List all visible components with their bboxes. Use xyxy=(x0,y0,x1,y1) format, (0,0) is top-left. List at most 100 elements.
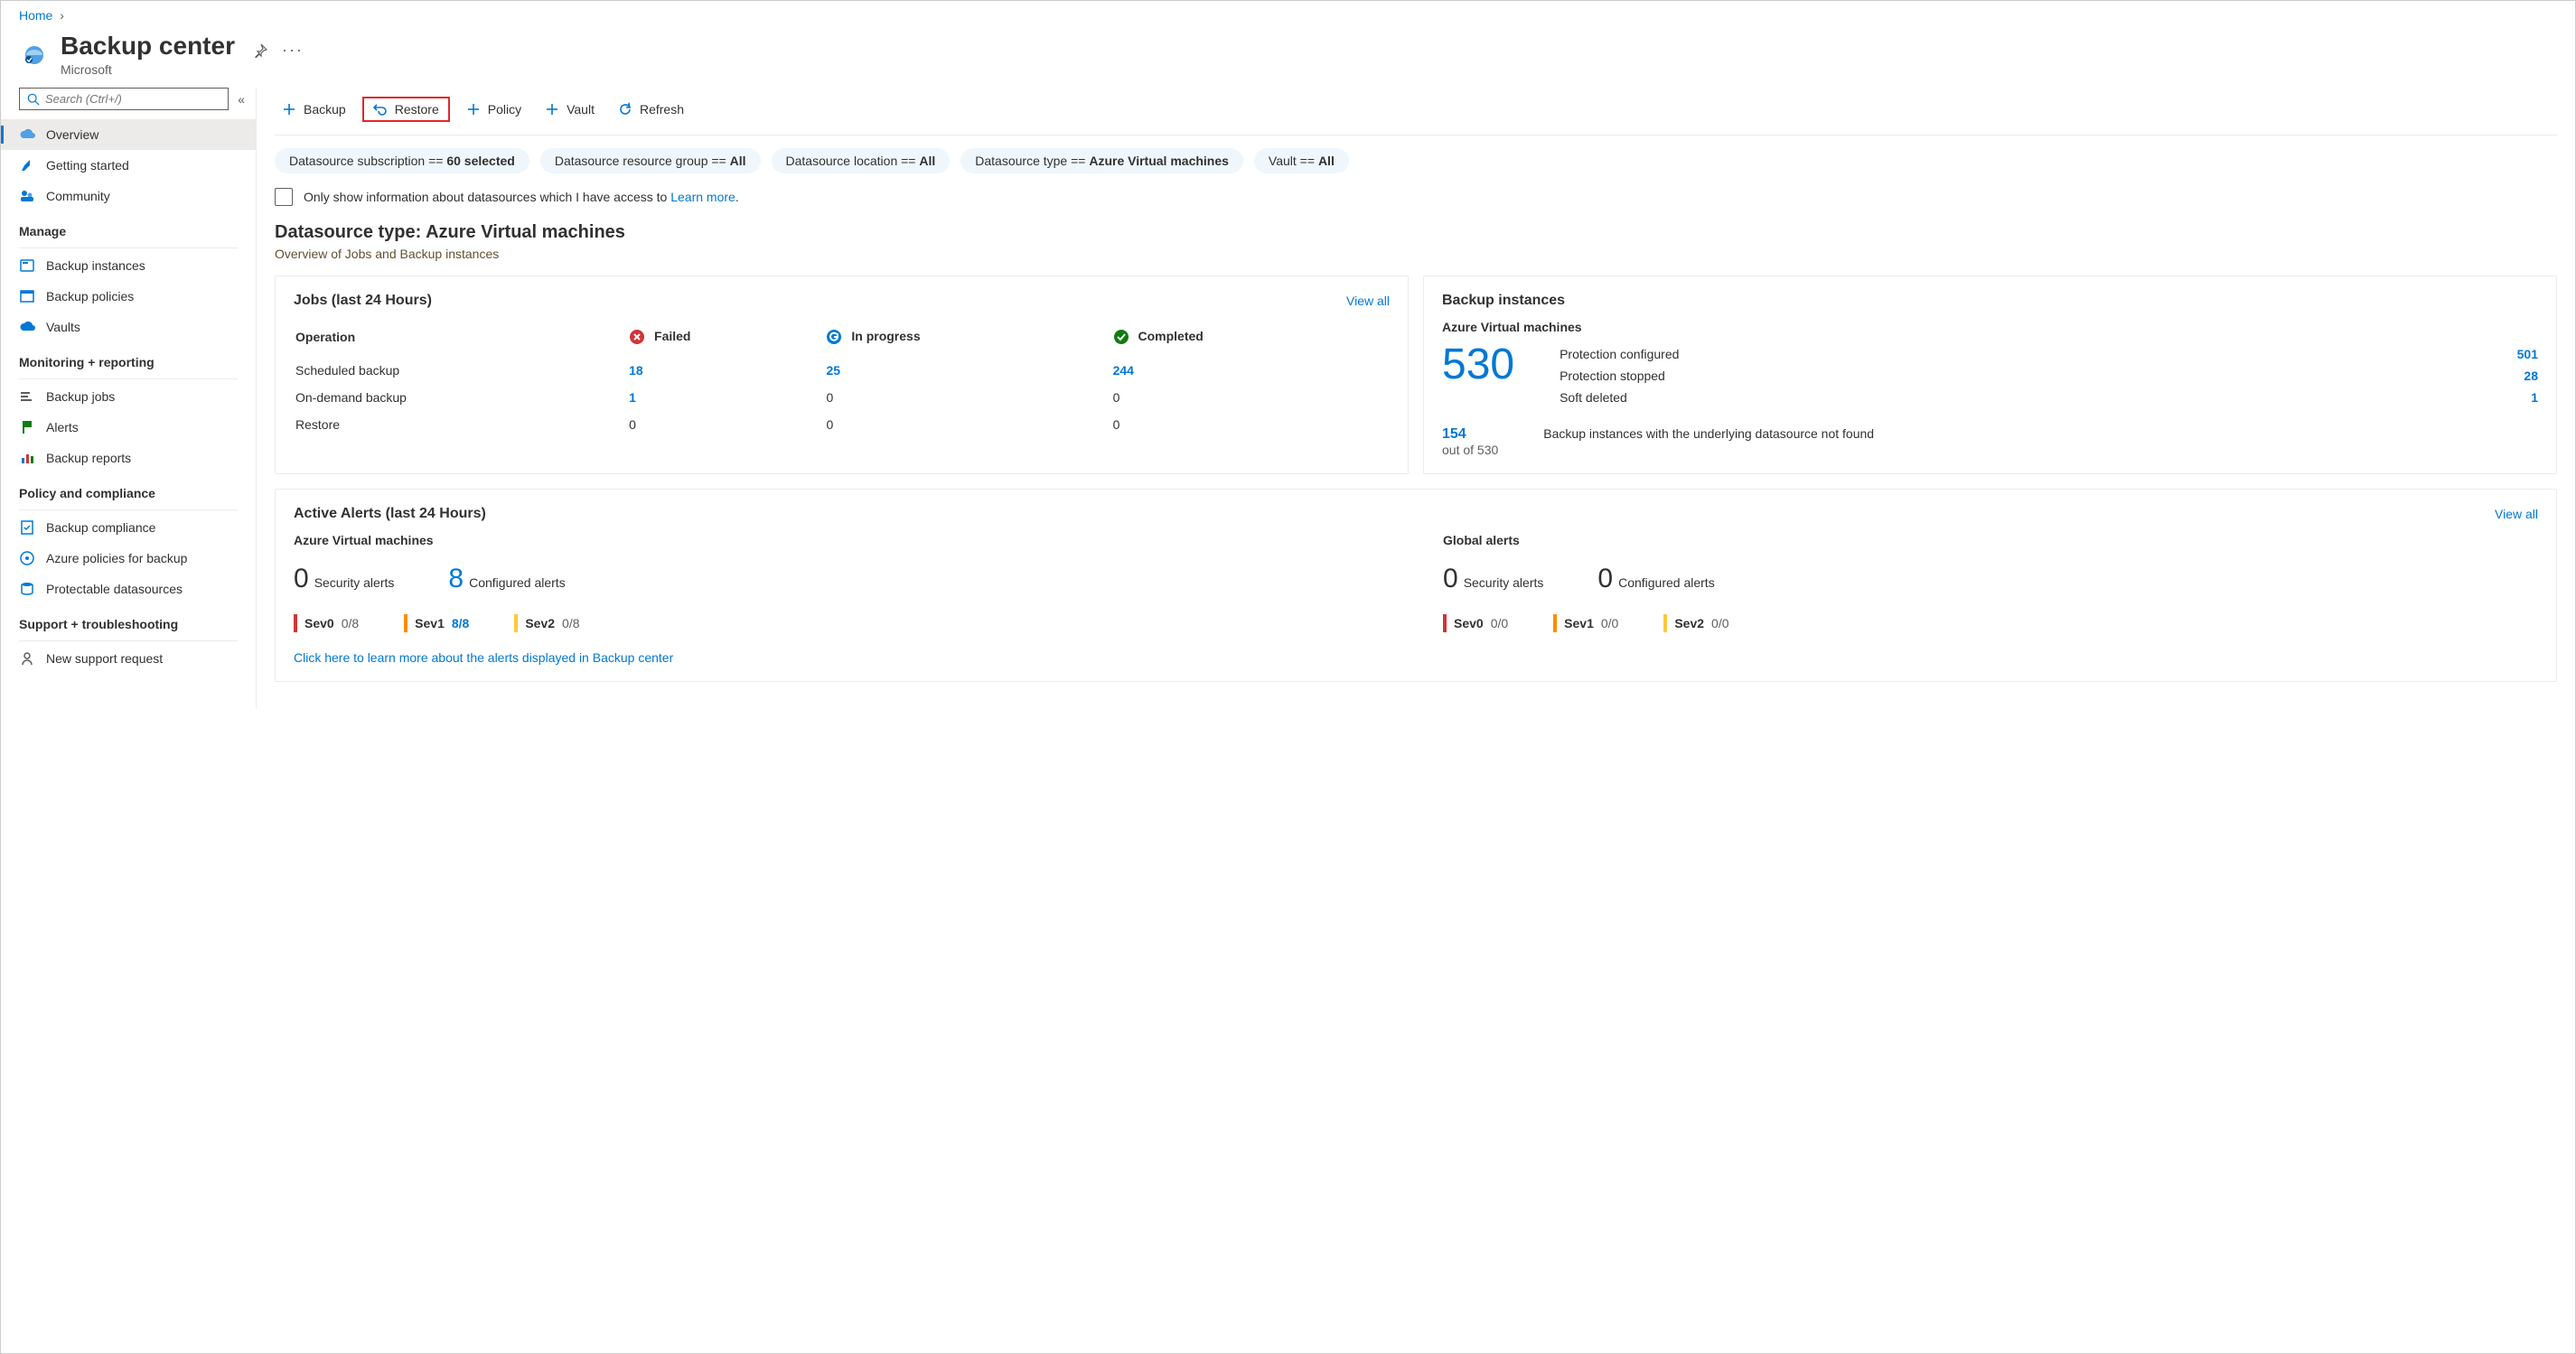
access-checkbox[interactable] xyxy=(275,188,293,206)
backup-button[interactable]: Backup xyxy=(275,97,353,122)
jobs-value-link[interactable]: 18 xyxy=(629,363,643,378)
nav-section-monitoring: Monitoring + reporting xyxy=(1,342,256,377)
inst-stat-value[interactable]: 501 xyxy=(2517,347,2538,361)
collapse-sidebar-icon[interactable]: « xyxy=(238,92,245,107)
people-icon xyxy=(19,188,35,204)
alerts-view-all-link[interactable]: View all xyxy=(2495,507,2538,521)
security-alerts-count: 0Security alerts xyxy=(294,564,394,594)
jobs-value: 0 xyxy=(1113,390,1120,405)
learn-more-link[interactable]: Learn more xyxy=(670,190,735,204)
nav-label: New support request xyxy=(46,651,163,666)
breadcrumb: Home › xyxy=(1,1,2575,26)
sev2: Sev20/8 xyxy=(514,614,579,632)
filter-vault[interactable]: Vault == All xyxy=(1254,148,1349,173)
nav-label: Alerts xyxy=(46,420,79,434)
filter-subscription[interactable]: Datasource subscription == 60 selected xyxy=(275,148,529,173)
plus-icon xyxy=(545,102,559,117)
sev1: Sev18/8 xyxy=(404,614,469,632)
inprogress-icon xyxy=(826,329,842,345)
inst-stat-value[interactable]: 1 xyxy=(2531,390,2538,405)
inst-stat-value[interactable]: 28 xyxy=(2524,369,2538,383)
col-completed: Completed xyxy=(1113,322,1388,356)
pin-icon[interactable] xyxy=(253,43,267,58)
jobs-icon xyxy=(19,388,35,405)
nav-label: Backup reports xyxy=(46,451,131,465)
instances-notfound-count[interactable]: 154 xyxy=(1442,426,1498,443)
instances-notfound-desc: Backup instances with the underlying dat… xyxy=(1543,426,2538,457)
nav-backup-reports[interactable]: Backup reports xyxy=(1,443,256,473)
jobs-row: Scheduled backup 18 25 244 xyxy=(295,358,1388,383)
filter-resource-group[interactable]: Datasource resource group == All xyxy=(540,148,761,173)
nav-new-support-request[interactable]: New support request xyxy=(1,643,256,674)
alerts-learn-more-link[interactable]: Click here to learn more about the alert… xyxy=(294,632,2538,665)
nav-label: Backup instances xyxy=(46,258,145,273)
nav-backup-policies[interactable]: Backup policies xyxy=(1,281,256,312)
database-icon xyxy=(19,581,35,597)
nav-label: Backup compliance xyxy=(46,520,155,535)
datasource-subtitle: Overview of Jobs and Backup instances xyxy=(275,247,2557,275)
search-icon xyxy=(27,93,40,106)
nav-azure-policies[interactable]: Azure policies for backup xyxy=(1,543,256,574)
sev1: Sev10/0 xyxy=(1553,614,1618,632)
nav-protectable-datasources[interactable]: Protectable datasources xyxy=(1,574,256,604)
nav-backup-compliance[interactable]: Backup compliance xyxy=(1,512,256,543)
filter-datasource-type[interactable]: Datasource type == Azure Virtual machine… xyxy=(960,148,1243,173)
restore-button[interactable]: Restore xyxy=(362,97,450,122)
policy-button[interactable]: Policy xyxy=(459,97,529,122)
toolbar-label: Vault xyxy=(567,102,595,117)
refresh-button[interactable]: Refresh xyxy=(611,97,691,122)
sev1-link[interactable]: 8/8 xyxy=(452,616,469,630)
nav-community[interactable]: Community xyxy=(1,181,256,211)
jobs-row: Restore 0 0 0 xyxy=(295,412,1388,437)
nav-label: Backup jobs xyxy=(46,389,115,404)
sidebar: « Overview Getting started Community Man… xyxy=(1,88,256,709)
more-icon[interactable]: ··· xyxy=(282,41,304,60)
rocket-icon xyxy=(19,157,35,173)
nav-label: Backup policies xyxy=(46,289,134,303)
failed-icon xyxy=(629,329,645,345)
page-subtitle: Microsoft xyxy=(61,62,235,77)
nav-overview[interactable]: Overview xyxy=(1,119,256,150)
jobs-value-link[interactable]: 244 xyxy=(1113,363,1134,378)
jobs-row: On-demand backup 1 0 0 xyxy=(295,385,1388,410)
vault-button[interactable]: Vault xyxy=(538,97,602,122)
nav-alerts[interactable]: Alerts xyxy=(1,412,256,443)
alerts-col-heading: Global alerts xyxy=(1443,533,2538,564)
nav-label: Community xyxy=(46,189,110,203)
compliance-icon xyxy=(19,519,35,536)
vault-icon xyxy=(19,319,35,335)
instances-total[interactable]: 530 xyxy=(1442,343,1514,408)
chevron-right-icon: › xyxy=(60,8,64,23)
backup-center-icon xyxy=(19,37,50,68)
nav-label: Getting started xyxy=(46,158,129,173)
nav-backup-instances[interactable]: Backup instances xyxy=(1,250,256,281)
filter-location[interactable]: Datasource location == All xyxy=(772,148,951,173)
configured-alerts-link[interactable]: 8 xyxy=(448,564,464,593)
cloud-icon xyxy=(19,126,35,143)
instances-subtitle: Azure Virtual machines xyxy=(1442,320,2538,343)
completed-icon xyxy=(1113,329,1129,345)
chart-icon xyxy=(19,450,35,466)
alerts-col-vm: Azure Virtual machines 0Security alerts … xyxy=(294,533,1389,632)
configured-alerts-count: 8Configured alerts xyxy=(448,564,565,594)
nav-section-policy: Policy and compliance xyxy=(1,473,256,508)
nav-vaults[interactable]: Vaults xyxy=(1,312,256,342)
breadcrumb-home[interactable]: Home xyxy=(19,8,52,23)
alerts-card-title: Active Alerts (last 24 Hours) xyxy=(294,506,486,522)
jobs-view-all-link[interactable]: View all xyxy=(1346,294,1390,308)
toolbar-label: Policy xyxy=(488,102,521,117)
jobs-value-link[interactable]: 25 xyxy=(826,363,840,378)
toolbar-label: Refresh xyxy=(640,102,684,117)
jobs-value-link[interactable]: 1 xyxy=(629,390,636,405)
search-input[interactable] xyxy=(19,88,229,110)
jobs-value: 0 xyxy=(826,417,833,432)
sev0: Sev00/0 xyxy=(1443,614,1508,632)
jobs-value: 0 xyxy=(1113,417,1120,432)
nav-getting-started[interactable]: Getting started xyxy=(1,150,256,181)
nav-backup-jobs[interactable]: Backup jobs xyxy=(1,381,256,412)
toolbar-label: Backup xyxy=(304,102,346,117)
instances-icon xyxy=(19,257,35,274)
alerts-card: Active Alerts (last 24 Hours) View all A… xyxy=(275,489,2557,682)
instances-notfound-of: out of 530 xyxy=(1442,443,1498,457)
col-inprogress: In progress xyxy=(826,322,1110,356)
